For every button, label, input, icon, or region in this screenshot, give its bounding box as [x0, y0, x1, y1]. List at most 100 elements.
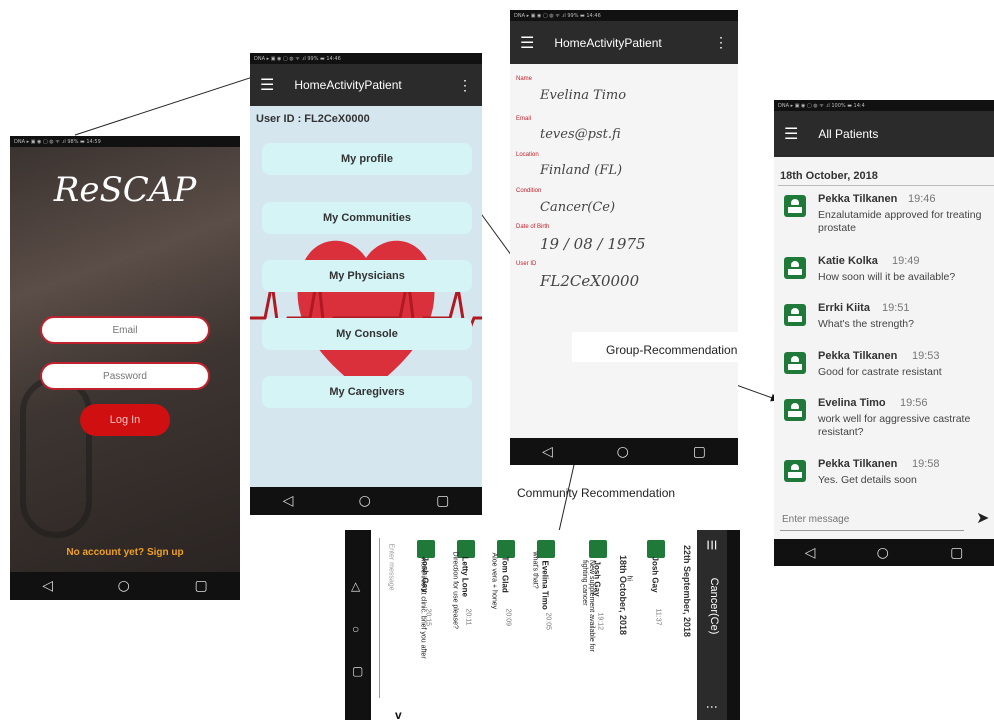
message-input[interactable] — [379, 538, 380, 698]
list-item[interactable]: Tom Glad 20:09 Aloe vera + honey — [491, 538, 521, 688]
back-icon[interactable]: ◁ — [42, 578, 53, 594]
message-time: 19:51 — [882, 302, 910, 314]
email-field[interactable] — [40, 316, 210, 344]
home-icon[interactable]: ○ — [359, 493, 371, 509]
recent-apps-icon[interactable]: ▢ — [352, 664, 363, 678]
menu-icon[interactable]: ☰ — [520, 33, 534, 53]
overflow-menu-icon[interactable]: ⋮ — [705, 701, 719, 713]
list-item[interactable]: Errki Kiita 19:51 What's the strength? — [782, 302, 994, 354]
app-bar-vertical: Cancer(Ce) ☰ ⋮ — [697, 530, 727, 720]
message-time: 19:58 — [912, 458, 940, 470]
message-time: 19:56 — [900, 397, 928, 409]
community-screen: ◁ ○ ▢ Cancer(Ce) ☰ ⋮ 22th September, 201… — [345, 530, 740, 720]
location-label: Location — [516, 152, 539, 158]
nav-bar: ◁ ○ ▢ — [774, 539, 994, 566]
list-item[interactable]: Evelina Timo 20:05 what's that? — [532, 538, 561, 688]
back-icon[interactable]: ◁ — [542, 444, 553, 460]
email-value: teves@pst.fi — [540, 127, 621, 142]
list-item[interactable]: Katie Kolka 19:49 How soon will it be av… — [782, 255, 994, 307]
stethoscope-decoration — [20, 376, 92, 538]
condition-label: Condition — [516, 188, 542, 194]
email-label: Email — [516, 116, 532, 122]
login-screen: DNA ▸ ▣ ◉ ▢ ◍ ᯤ .ıl 98% ▬ 14:59 ReSCAP L… — [10, 136, 240, 600]
list-item[interactable]: Josh Gay 19:12 New supplement available … — [581, 538, 627, 708]
home-icon[interactable]: ○ — [877, 545, 889, 561]
back-icon[interactable]: ◁ — [350, 582, 364, 591]
app-bar: ☰ HomeActivityPatient ⋮ — [510, 21, 738, 64]
user-avatar-icon — [497, 540, 515, 558]
home-icon[interactable]: ○ — [617, 444, 629, 460]
message-time: 19:53 — [912, 350, 940, 362]
home-icon[interactable]: ○ — [352, 622, 359, 636]
user-avatar-icon — [784, 399, 806, 421]
overflow-menu-icon[interactable]: ⋮ — [714, 34, 728, 51]
recent-apps-icon[interactable]: ▢ — [436, 493, 449, 509]
password-field[interactable] — [40, 362, 210, 390]
message-input[interactable] — [780, 508, 964, 531]
list-item[interactable]: Pekka Tilkanen 19:46 Enzalutamide approv… — [782, 193, 994, 245]
back-icon[interactable]: ◁ — [805, 545, 816, 561]
home-icon[interactable]: ○ — [118, 578, 130, 594]
message-time: 20:05 — [544, 612, 552, 631]
status-bar-vertical — [727, 530, 740, 720]
list-item[interactable]: Josh Gay 20:15 more info at clinic. brie… — [415, 538, 441, 708]
sender-name: Pekka Tilkanen — [818, 458, 898, 470]
date-divider — [778, 185, 994, 186]
user-avatar-icon — [784, 304, 806, 326]
menu-icon[interactable]: ☰ — [784, 124, 798, 144]
user-avatar-icon — [784, 257, 806, 279]
location-value: Finland (FL) — [540, 163, 623, 178]
recent-apps-icon[interactable]: ▢ — [194, 578, 207, 594]
user-avatar-icon — [784, 460, 806, 482]
list-item[interactable]: Letty Lone 20:11 Direction for use pleas… — [451, 538, 481, 688]
nav-bar: ◁ ○ ▢ — [250, 487, 482, 515]
menu-icon[interactable]: ☰ — [260, 75, 274, 95]
message-text: Direction for use please? — [451, 551, 459, 629]
sender-name: Letty Lone — [460, 556, 470, 597]
app-title: ReSCAP — [53, 170, 197, 210]
home-screen: DNA ▸ ▣ ◉ ▢ ◍ ᯤ .ıl 99% ▬ 14:46 ☰ HomeAc… — [250, 53, 482, 515]
message-time: 19:12 — [596, 612, 604, 631]
name-label: Name — [516, 76, 533, 82]
user-id-value: FL2CeX0000 — [540, 272, 640, 290]
recent-apps-icon[interactable]: ▢ — [950, 545, 963, 561]
chat-date-header: 22th September, 2018 — [682, 545, 692, 638]
send-icon[interactable]: ➤ — [976, 508, 989, 528]
my-console-button[interactable]: My Console — [262, 318, 472, 350]
signup-link[interactable]: No account yet? Sign up — [10, 547, 240, 558]
nav-bar: ◁ ○ ▢ — [10, 572, 240, 600]
user-avatar-icon — [589, 540, 607, 558]
all-patients-screen: DNA ▸ ▣ ◉ ▢ ◍ ᯤ .ıl 100% ▬ 14:4 ☰ All Pa… — [774, 100, 994, 566]
my-communities-button[interactable]: My Communities — [262, 202, 472, 234]
menu-icon[interactable]: ☰ — [704, 540, 718, 551]
my-caregivers-button[interactable]: My Caregivers — [262, 376, 472, 408]
dob-value: 19 / 08 / 1975 — [540, 235, 646, 253]
recent-apps-icon[interactable]: ▢ — [693, 444, 706, 460]
send-icon[interactable]: v — [395, 708, 402, 720]
list-item[interactable]: Josh Gay 11:37 hi — [626, 538, 667, 658]
user-avatar-icon — [537, 540, 555, 558]
dob-label: Date of Birth — [516, 224, 550, 230]
status-bar: DNA ▸ ▣ ◉ ▢ ◍ ᯤ .ıl 99% ▬ 14:46 — [510, 10, 738, 21]
back-icon[interactable]: ◁ — [283, 493, 294, 509]
sender-name: Pekka Tilkanen — [818, 193, 898, 205]
sender-name: Tom Glad — [500, 556, 510, 593]
overflow-menu-icon[interactable]: ⋮ — [458, 77, 472, 94]
message-input-placeholder: Enter message — [387, 543, 395, 591]
user-id-label: User ID — [516, 261, 537, 267]
login-button[interactable]: Log In — [80, 404, 170, 436]
app-bar-title: HomeActivityPatient — [294, 78, 402, 92]
list-item[interactable]: Evelina Timo 19:56 work well for aggress… — [782, 397, 994, 449]
message-text: What's the strength? — [818, 318, 914, 330]
message-text: How soon will it be available? — [818, 271, 956, 283]
chat-date-header: 18th October, 2018 — [780, 170, 878, 182]
user-avatar-icon — [417, 540, 435, 558]
my-profile-button[interactable]: My profile — [262, 143, 472, 175]
group-recommendation-label: Group-Recommendation — [606, 343, 738, 357]
my-physicians-button[interactable]: My Physicians — [262, 260, 472, 292]
sender-name: Katie Kolka — [818, 255, 878, 267]
list-item[interactable]: Pekka Tilkanen 19:58 Yes. Get details so… — [782, 458, 994, 510]
message-time: 11:37 — [654, 608, 662, 626]
sender-name: Evelina Timo — [818, 397, 886, 409]
list-item[interactable]: Pekka Tilkanen 19:53 Good for castrate r… — [782, 350, 994, 402]
